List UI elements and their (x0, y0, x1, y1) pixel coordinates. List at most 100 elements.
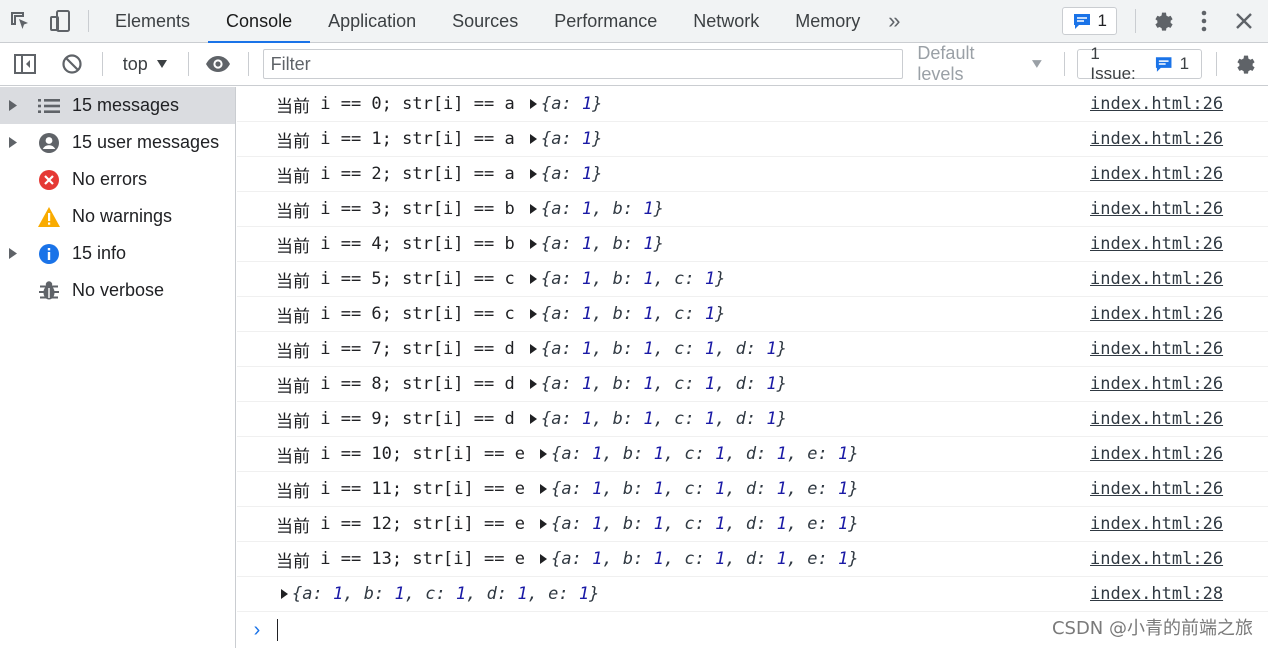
log-message-text: 当前 i == 6; str[i] == c {a: 1, b: 1, c: 1… (237, 302, 725, 327)
filter-input[interactable] (262, 49, 904, 79)
object-preview[interactable]: {a: 1, b: 1, c: 1, d: 1, e: 1} (551, 479, 858, 499)
log-levels-value: Default levels (917, 43, 975, 84)
source-link[interactable]: index.html:26 (1090, 199, 1223, 219)
object-value: 1 (581, 409, 593, 429)
log-text: i == 4; str[i] == b (310, 234, 525, 254)
object-preview[interactable]: {a: 1, b: 1, c: 1, d: 1, e: 1} (551, 549, 858, 569)
tab-application[interactable]: Application (310, 0, 434, 42)
object-value: 1 (581, 304, 593, 324)
object-value: 1 (581, 339, 593, 359)
object-preview[interactable]: {a: 1, b: 1, c: 1} (541, 304, 725, 324)
tab-sources[interactable]: Sources (434, 0, 536, 42)
expand-object-icon[interactable] (529, 238, 538, 250)
source-link[interactable]: index.html:26 (1090, 514, 1223, 534)
expand-object-icon[interactable] (529, 343, 538, 355)
object-key: a (561, 479, 572, 499)
source-link[interactable]: index.html:26 (1090, 164, 1223, 184)
source-link[interactable]: index.html:26 (1090, 409, 1223, 429)
log-text: i == 13; str[i] == e (310, 549, 536, 569)
expand-object-icon[interactable] (529, 273, 538, 285)
object-preview[interactable]: {a: 1, b: 1} (541, 234, 664, 254)
expand-arrow-icon[interactable] (0, 99, 22, 112)
log-prefix: 当前 (276, 411, 310, 432)
object-preview[interactable]: {a: 1, b: 1, c: 1} (541, 269, 725, 289)
tab-memory[interactable]: Memory (777, 0, 878, 42)
object-value: 1 (704, 409, 716, 429)
tab-performance[interactable]: Performance (536, 0, 675, 42)
tab-network[interactable]: Network (675, 0, 777, 42)
sidebar-item-no-errors[interactable]: No errors (0, 161, 235, 198)
inspect-element-icon[interactable] (0, 0, 40, 42)
sidebar-item-label: No warnings (72, 206, 173, 226)
log-levels-select[interactable]: Default levels (903, 43, 1056, 85)
object-key: b (622, 479, 634, 499)
context-select[interactable]: top (111, 54, 180, 75)
sidebar-item-no-warnings[interactable]: No warnings (0, 198, 235, 235)
sidebar-toggle-icon[interactable] (0, 43, 51, 86)
source-link[interactable]: index.html:26 (1090, 94, 1223, 114)
source-link[interactable]: index.html:26 (1090, 304, 1223, 324)
expand-object-icon[interactable] (529, 98, 538, 110)
console-settings-gear-icon[interactable] (1225, 43, 1268, 86)
object-preview[interactable]: {a: 1, b: 1, c: 1, d: 1, e: 1} (551, 514, 858, 534)
tab-console[interactable]: Console (208, 0, 311, 43)
expand-arrow-icon[interactable] (0, 247, 22, 260)
object-preview[interactable]: {a: 1, b: 1, c: 1, d: 1, e: 1} (292, 584, 599, 604)
source-link[interactable]: index.html:26 (1090, 444, 1223, 464)
issues-button[interactable]: 1 Issue: 1 (1077, 44, 1203, 83)
source-link[interactable]: index.html:26 (1090, 549, 1223, 569)
expand-object-icon[interactable] (529, 203, 538, 215)
log-message-text: 当前 i == 13; str[i] == e {a: 1, b: 1, c: … (237, 547, 859, 572)
sidebar-item-no-verbose[interactable]: No verbose (0, 272, 235, 309)
more-tabs-button[interactable]: » (878, 0, 910, 42)
expand-object-icon[interactable] (280, 588, 289, 600)
separator (1064, 52, 1066, 76)
object-value: 1 (455, 584, 467, 604)
expand-object-icon[interactable] (529, 168, 538, 180)
object-key: c (674, 339, 685, 359)
expand-object-icon[interactable] (539, 518, 548, 530)
expand-arrow-icon[interactable] (0, 136, 22, 149)
log-text: i == 6; str[i] == c (310, 304, 525, 324)
tab-elements[interactable]: Elements (97, 0, 208, 42)
object-key: e (548, 584, 559, 604)
live-expression-eye-icon[interactable] (197, 43, 240, 86)
info-icon (30, 243, 68, 265)
more-options-icon[interactable] (1184, 10, 1224, 32)
object-preview[interactable]: {a: 1, b: 1, c: 1, d: 1} (541, 339, 787, 359)
prompt-chevron-icon: › (253, 618, 261, 641)
source-link[interactable]: index.html:26 (1090, 129, 1223, 149)
device-toolbar-icon[interactable] (40, 0, 80, 42)
source-link[interactable]: index.html:26 (1090, 479, 1223, 499)
source-link[interactable]: index.html:26 (1090, 339, 1223, 359)
sidebar-item-15-info[interactable]: 15 info (0, 235, 235, 272)
source-link[interactable]: index.html:26 (1090, 374, 1223, 394)
sidebar-item-15-messages[interactable]: 15 messages (0, 87, 235, 124)
source-link[interactable]: index.html:26 (1090, 269, 1223, 289)
source-link[interactable]: index.html:26 (1090, 234, 1223, 254)
settings-gear-icon[interactable] (1144, 9, 1184, 33)
messages-badge-button[interactable]: 1 (1061, 7, 1117, 35)
object-key: c (684, 444, 695, 464)
object-preview[interactable]: {a: 1} (541, 129, 602, 149)
object-preview[interactable]: {a: 1} (541, 94, 602, 114)
sidebar-item-15-user-messages[interactable]: 15 user messages (0, 124, 235, 161)
object-preview[interactable]: {a: 1, b: 1, c: 1, d: 1} (541, 374, 787, 394)
log-text: i == 11; str[i] == e (310, 479, 536, 499)
expand-object-icon[interactable] (529, 308, 538, 320)
object-value: 1 (715, 549, 726, 569)
expand-object-icon[interactable] (529, 378, 538, 390)
expand-object-icon[interactable] (539, 483, 548, 495)
expand-object-icon[interactable] (529, 413, 538, 425)
expand-object-icon[interactable] (539, 553, 548, 565)
log-message: 当前 i == 13; str[i] == e {a: 1, b: 1, c: … (237, 542, 1268, 577)
close-icon[interactable] (1224, 12, 1264, 30)
object-preview[interactable]: {a: 1} (541, 164, 602, 184)
object-preview[interactable]: {a: 1, b: 1, c: 1, d: 1} (541, 409, 787, 429)
expand-object-icon[interactable] (539, 448, 548, 460)
object-preview[interactable]: {a: 1, b: 1} (541, 199, 664, 219)
expand-object-icon[interactable] (529, 133, 538, 145)
object-preview[interactable]: {a: 1, b: 1, c: 1, d: 1, e: 1} (551, 444, 858, 464)
source-link[interactable]: index.html:28 (1090, 584, 1223, 604)
clear-console-icon[interactable] (51, 43, 94, 86)
